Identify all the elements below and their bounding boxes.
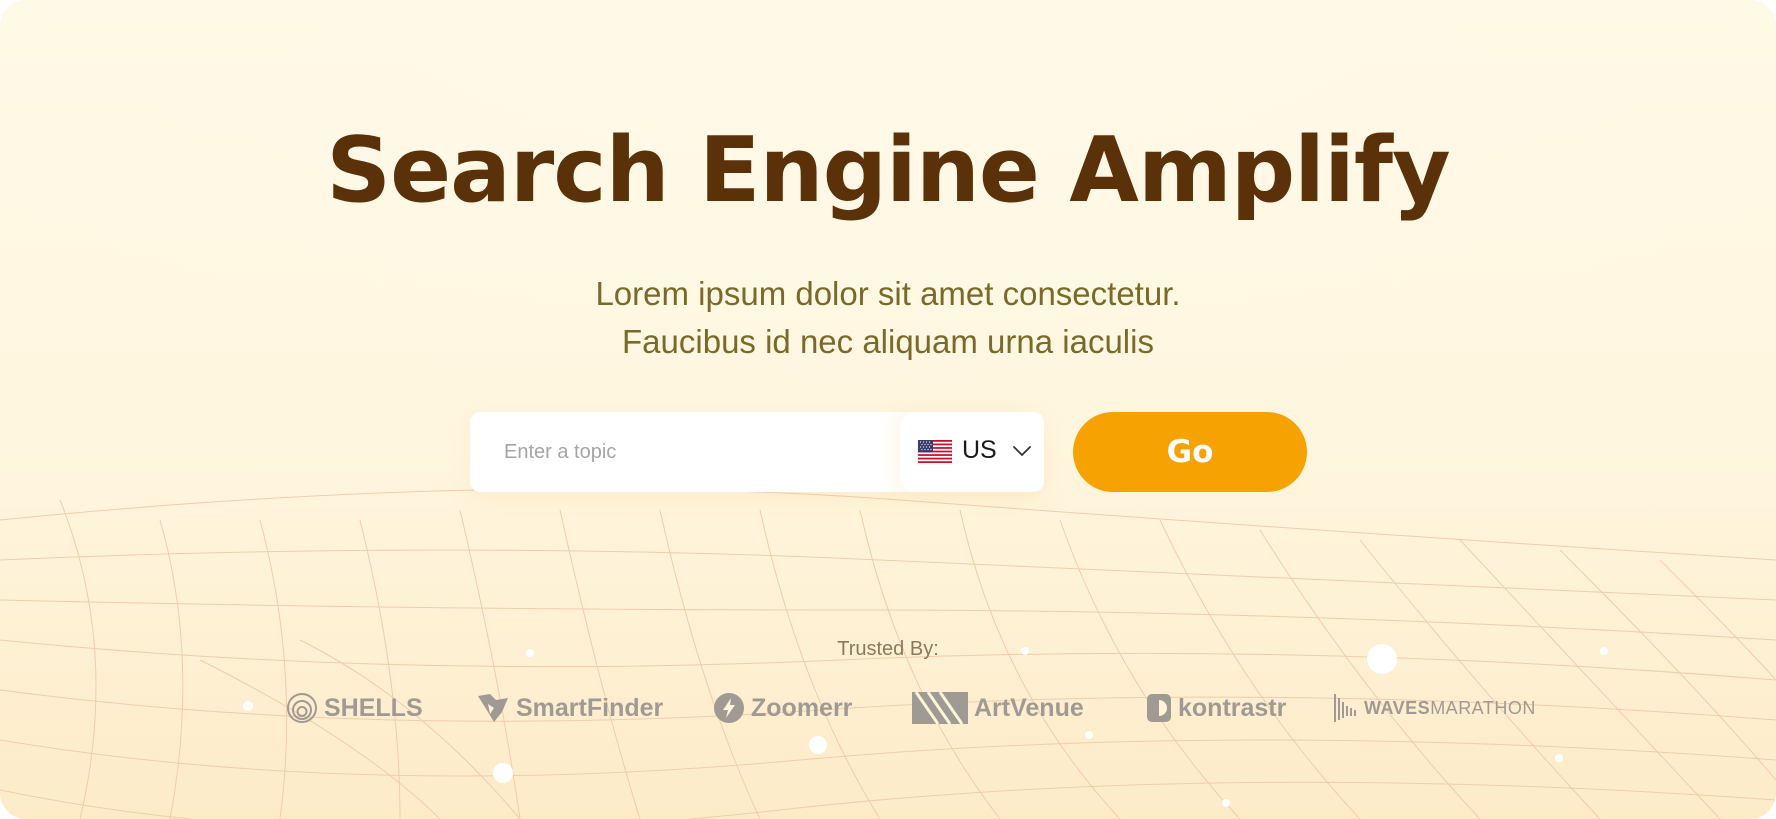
logo-shells: SHELLS: [286, 688, 423, 728]
kontrastr-icon: [1147, 694, 1171, 722]
page-title: Search Engine Amplify: [326, 118, 1450, 223]
page-subtitle: Lorem ipsum dolor sit amet consectetur. …: [0, 270, 1776, 366]
trusted-by-label: Trusted By:: [837, 638, 939, 660]
logo-zoomerr: Zoomerr: [713, 688, 852, 728]
logo-name: WAVESMARATHON: [1364, 698, 1536, 719]
hero-card: Search Engine Amplify Lorem ipsum dolor …: [0, 0, 1776, 819]
chevron-down-icon: [1013, 446, 1031, 457]
subtitle-line-1: Lorem ipsum dolor sit amet consectetur.: [595, 275, 1181, 312]
logo-kontrastr: kontrastr: [1146, 688, 1286, 728]
logo-artvenue: ArtVenue: [912, 688, 1084, 728]
country-code: US: [962, 436, 997, 464]
logo-name: ArtVenue: [974, 693, 1084, 722]
us-flag-icon: [918, 440, 952, 463]
logo-smartfinder: SmartFinder: [476, 688, 663, 728]
logo-name: SmartFinder: [516, 693, 664, 722]
logo-name-light: MARATHON: [1430, 697, 1536, 718]
search-box: US: [470, 412, 1044, 492]
artvenue-icon: [912, 692, 968, 724]
logo-name: kontrastr: [1178, 693, 1287, 722]
country-selector[interactable]: US: [900, 412, 1044, 492]
logo-wavesmarathon: WAVESMARATHON: [1334, 688, 1536, 728]
smartfinder-icon: [478, 694, 508, 722]
topic-input[interactable]: [490, 412, 910, 492]
logo-name: SHELLS: [324, 693, 423, 722]
spiral-icon: [287, 693, 317, 723]
lightning-icon: [714, 693, 744, 723]
go-button[interactable]: Go: [1073, 412, 1307, 492]
waveform-icon: [1334, 694, 1356, 722]
logo-name: Zoomerr: [751, 693, 853, 722]
logo-name-bold: WAVES: [1364, 697, 1431, 718]
subtitle-line-2: Faucibus id nec aliquam urna iaculis: [622, 323, 1154, 360]
